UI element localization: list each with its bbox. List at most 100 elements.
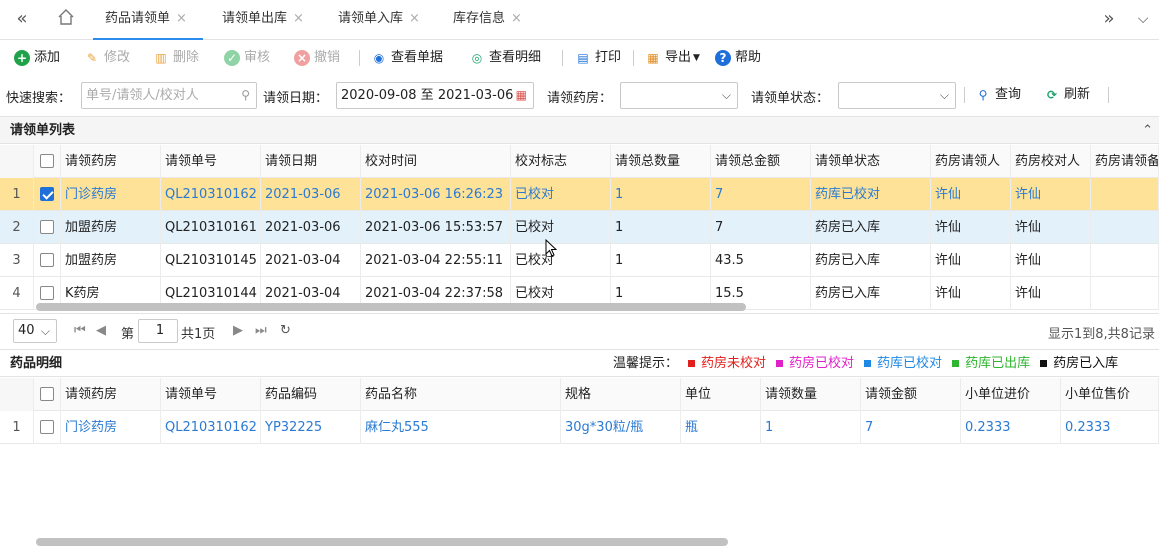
checkbox-box[interactable] xyxy=(40,285,54,300)
refresh-button[interactable]: ⟳ 刷新 xyxy=(1044,85,1090,105)
row-checkbox[interactable] xyxy=(34,244,61,277)
col-header[interactable]: 药品编码 xyxy=(261,378,361,411)
close-icon[interactable]: × xyxy=(511,11,522,26)
col-header[interactable]: 请领金额 xyxy=(861,378,961,411)
quick-search-input[interactable]: 单号/请领人/校对人 ⚲ xyxy=(81,82,257,109)
rownum-header xyxy=(0,145,34,178)
page-size-select[interactable]: 40 ⌵ xyxy=(13,319,57,343)
query-button[interactable]: ⚲ 查询 xyxy=(975,85,1021,105)
col-header[interactable]: 请领药房 xyxy=(61,378,161,411)
prev-page-icon[interactable]: ◀ xyxy=(96,323,106,338)
row-checkbox[interactable] xyxy=(34,411,61,444)
col-header[interactable]: 校对时间 xyxy=(361,145,511,178)
col-header[interactable]: 单位 xyxy=(681,378,761,411)
tab-request-inbound[interactable]: 请领单入库 × xyxy=(326,0,436,40)
select-all-checkbox[interactable] xyxy=(34,145,61,178)
col-header[interactable]: 请领总金额 xyxy=(711,145,811,178)
date-range-input[interactable]: 2020-09-08 至 2021-03-06 ▦ xyxy=(336,82,534,109)
col-header[interactable]: 请领单状态 xyxy=(811,145,931,178)
first-page-icon[interactable]: ⏮ xyxy=(74,323,86,338)
checkbox-box[interactable] xyxy=(40,186,54,201)
select-all-checkbox[interactable] xyxy=(34,378,61,411)
chevron-down-icon: ⌵ xyxy=(721,88,731,102)
col-header[interactable]: 规格 xyxy=(561,378,681,411)
horizontal-scrollbar[interactable] xyxy=(36,538,728,546)
col-header[interactable]: 请领药房 xyxy=(61,145,161,178)
table-cell: 药房已入库 xyxy=(811,244,931,277)
chevron-down-icon[interactable]: ⌵ xyxy=(1131,8,1155,30)
add-button[interactable]: + 添加 xyxy=(14,48,60,68)
audit-button[interactable]: ✓ 审核 xyxy=(224,48,270,68)
page-total: 共1页 xyxy=(181,327,216,342)
detail-panel-title: 药品明细 温馨提示： 药房未校对 药房已校对 药库已校对 药库已出库 药房已入库 xyxy=(0,349,1159,377)
delete-button[interactable]: ▥ 删除 xyxy=(153,48,199,68)
legend-label: 药房已校对 xyxy=(789,356,855,371)
table-cell: 2021-03-04 22:55:11 xyxy=(361,244,511,277)
close-icon[interactable]: × xyxy=(176,11,187,26)
col-header[interactable]: 小单位进价 xyxy=(961,378,1061,411)
search-icon[interactable]: ⚲ xyxy=(241,83,250,108)
table-cell: 许仙 xyxy=(931,244,1011,277)
col-header[interactable]: 药房请领备注 xyxy=(1091,145,1159,178)
view-doc-button[interactable]: ◉ 查看单据 xyxy=(371,48,443,68)
table-row[interactable]: 1 门诊药房 QL210310162 YP32225 麻仁丸555 30g*30粒/瓶瓶 1… xyxy=(0,411,1159,444)
calendar-icon[interactable]: ▦ xyxy=(516,83,527,108)
row-checkbox[interactable] xyxy=(34,178,61,211)
col-header[interactable]: 药品名称 xyxy=(361,378,561,411)
table-cell: 2021-03-04 xyxy=(261,244,361,277)
table-cell: QL210310161 xyxy=(161,211,261,244)
collapse-left-icon[interactable]: « xyxy=(10,8,34,30)
last-page-icon[interactable]: ⏭ xyxy=(255,323,267,338)
checkbox-box[interactable] xyxy=(40,219,54,234)
close-icon[interactable]: × xyxy=(409,11,420,26)
table-row[interactable]: 3 加盟药房 QL210310145 2021-03-04 2021-03-04 22:… xyxy=(0,244,1159,277)
legend-label: 药房未校对 xyxy=(701,356,767,371)
checkbox-box[interactable] xyxy=(40,419,54,434)
table-cell: 30g*30粒/瓶 xyxy=(561,411,681,444)
date-range-value: 2020-09-08 至 2021-03-06 xyxy=(341,88,514,103)
collapse-icon[interactable]: ⌃ xyxy=(1142,117,1153,145)
table-row[interactable]: 2 加盟药房 QL210310161 2021-03-06 2021-03-06 15:… xyxy=(0,211,1159,244)
row-number: 4 xyxy=(0,277,34,310)
row-checkbox[interactable] xyxy=(34,211,61,244)
col-header[interactable]: 请领总数量 xyxy=(611,145,711,178)
horizontal-scrollbar[interactable] xyxy=(36,303,746,311)
edit-button[interactable]: ✎ 修改 xyxy=(84,48,130,68)
page-size-value: 40 xyxy=(18,323,35,338)
close-icon[interactable]: × xyxy=(293,11,304,26)
tab-medicine-request[interactable]: 药品请领单 × xyxy=(93,0,203,40)
home-icon[interactable] xyxy=(54,8,78,30)
col-header[interactable]: 小单位售价 xyxy=(1061,378,1159,411)
export-button[interactable]: ▦ 导出 ▼ xyxy=(645,48,700,68)
request-list-grid: 请领药房 请领单号 请领日期 校对时间 校对标志 请领总数量 请领总金额 请领单… xyxy=(0,145,1159,313)
eye-icon: ◉ xyxy=(373,51,385,65)
table-cell: 2021-03-06 15:53:57 xyxy=(361,211,511,244)
col-header[interactable]: 请领数量 xyxy=(761,378,861,411)
scroll-right-icon[interactable]: » xyxy=(1097,8,1121,30)
chevron-down-icon: ⌵ xyxy=(939,88,949,102)
print-button[interactable]: ▤ 打印 xyxy=(575,48,621,68)
table-row[interactable]: 1 门诊药房 QL210310162 2021-03-06 2021-03-06 16:… xyxy=(0,178,1159,211)
col-header[interactable]: 请领单号 xyxy=(161,378,261,411)
view-detail-button[interactable]: ◎ 查看明细 xyxy=(469,48,541,68)
help-button[interactable]: ? 帮助 xyxy=(715,48,761,68)
tab-stock-info[interactable]: 库存信息 × xyxy=(441,0,541,40)
checkbox-box[interactable] xyxy=(40,252,54,267)
export-icon: ▦ xyxy=(647,51,659,65)
col-header[interactable]: 请领单号 xyxy=(161,145,261,178)
page-number-input[interactable]: 1 xyxy=(138,319,178,343)
tab-request-outbound[interactable]: 请领单出库 × xyxy=(210,0,320,40)
row-number: 3 xyxy=(0,244,34,277)
col-header[interactable]: 请领日期 xyxy=(261,145,361,178)
table-cell: 7 xyxy=(711,178,811,211)
col-header[interactable]: 药房校对人 xyxy=(1011,145,1091,178)
col-header[interactable]: 药房请领人 xyxy=(931,145,1011,178)
next-page-icon[interactable]: ▶ xyxy=(233,323,243,338)
pharmacy-select[interactable]: ⌵ xyxy=(620,82,738,109)
table-cell: 加盟药房 xyxy=(61,244,161,277)
legend-swatch xyxy=(952,360,960,367)
col-header[interactable]: 校对标志 xyxy=(511,145,611,178)
reload-icon[interactable]: ↻ xyxy=(280,323,291,338)
status-select[interactable]: ⌵ xyxy=(838,82,956,109)
revoke-button[interactable]: × 撤销 xyxy=(294,48,340,68)
